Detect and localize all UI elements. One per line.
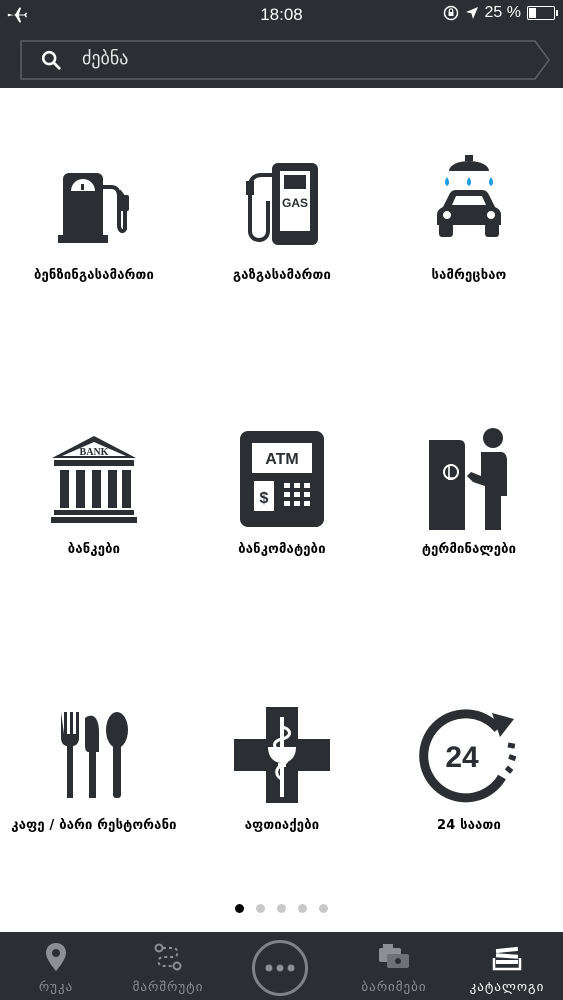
category-24-hours[interactable]: 24 24 საათი <box>375 700 563 833</box>
status-bar: 18:08 25 % <box>0 0 563 30</box>
more-icon <box>265 964 295 972</box>
tab-catalog[interactable]: კატალოგი <box>451 932 563 1000</box>
catalog-stack-icon <box>492 946 522 971</box>
bottom-tab-bar: რუკა მარშრუტი ბარიმები კატალოგი <box>0 932 563 1000</box>
page-dot-2[interactable] <box>256 904 265 913</box>
category-label: ბანკები <box>67 542 121 557</box>
fuel-pump-icon <box>58 173 129 243</box>
car-wash-icon <box>437 155 501 237</box>
category-pharmacies[interactable]: აფთიაქები <box>188 700 376 833</box>
clock-24-icon: 24 <box>419 709 517 803</box>
bank-icon: BANK <box>51 436 137 523</box>
tab-label: მარშრუტი <box>132 980 204 995</box>
category-cafe-bar-restaurant[interactable]: კაფე / ბარი რესტორანი <box>0 700 188 833</box>
more-button[interactable] <box>252 940 308 996</box>
clock-24-label: 24 <box>445 741 479 774</box>
status-right: 25 % <box>443 4 558 22</box>
tab-label: რუკა <box>38 980 74 995</box>
search-icon <box>41 50 61 70</box>
category-banks[interactable]: BANK ბანკები <box>0 424 188 557</box>
page-indicator <box>0 904 563 913</box>
page-dot-4[interactable] <box>298 904 307 913</box>
category-label: ტერმინალები <box>421 542 517 557</box>
search-input[interactable]: ძებნა <box>20 40 550 80</box>
gas-pump-icon: GAS <box>246 163 318 245</box>
battery-percent: 25 % <box>484 4 521 21</box>
payment-terminal-icon <box>429 428 507 530</box>
category-car-wash[interactable]: სამრეცხაო <box>375 150 563 283</box>
atm-icon: ATM $ <box>240 431 324 527</box>
page-dot-3[interactable] <box>277 904 286 913</box>
page-dot-5[interactable] <box>319 904 328 913</box>
category-label: 24 საათი <box>436 818 502 833</box>
atm-label: ATM <box>265 451 298 468</box>
category-label: კაფე / ბარი რესტორანი <box>11 818 177 833</box>
category-label: სამრეცხაო <box>431 268 507 283</box>
tab-map[interactable]: რუკა <box>0 932 112 1000</box>
category-label: ბანკომატები <box>238 542 326 557</box>
search-placeholder: ძებნა <box>82 48 129 69</box>
tab-label: ბარიმები <box>361 980 427 995</box>
bank-label: BANK <box>80 447 109 458</box>
tab-wallet[interactable]: ბარიმები <box>338 932 450 1000</box>
wallet-icon <box>379 944 409 968</box>
orientation-lock-icon <box>443 5 458 21</box>
tab-route[interactable]: მარშრუტი <box>112 932 224 1000</box>
category-label: აფთიაქები <box>244 818 320 833</box>
category-fuel-station[interactable]: ბენზინგასამართი <box>0 150 188 283</box>
route-icon <box>154 943 182 971</box>
tab-label: კატალოგი <box>469 980 545 995</box>
category-label: გაზგასამართი <box>232 268 332 283</box>
category-terminals[interactable]: ტერმინალები <box>375 424 563 557</box>
cutlery-icon <box>61 712 128 798</box>
svg-text:$: $ <box>260 490 269 507</box>
battery-icon <box>527 6 558 20</box>
pharmacy-cross-icon <box>234 707 330 803</box>
category-atms[interactable]: ATM $ ბანკომატები <box>188 424 376 557</box>
location-arrow-icon <box>465 7 478 19</box>
map-pin-icon <box>46 943 66 971</box>
category-label: ბენზინგასამართი <box>33 268 155 283</box>
search-header: ძებნა <box>0 30 563 88</box>
gas-label: GAS <box>282 196 308 210</box>
page-dot-1[interactable] <box>235 904 244 913</box>
category-gas-station[interactable]: GAS გაზგასამართი <box>188 150 376 283</box>
